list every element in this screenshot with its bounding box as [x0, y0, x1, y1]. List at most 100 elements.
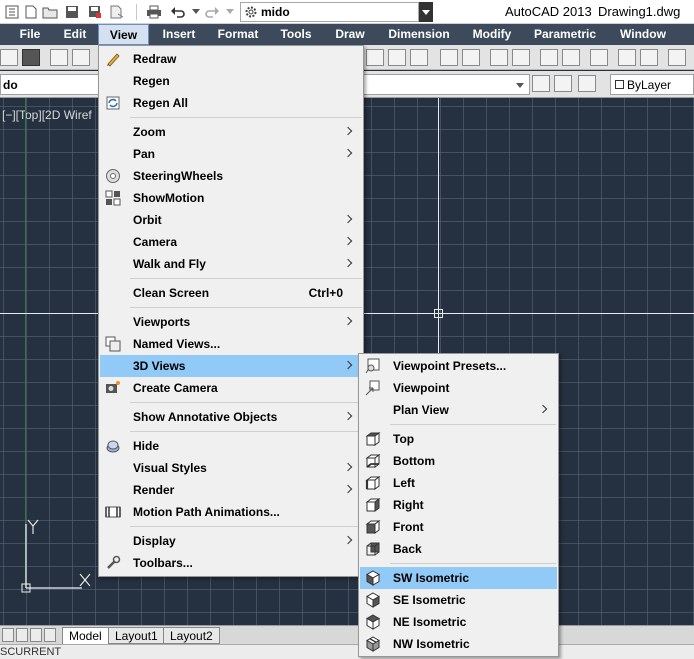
properties-icon[interactable]	[440, 49, 458, 66]
menu-item-camera[interactable]: Camera	[100, 231, 362, 253]
chevron-down-icon[interactable]	[512, 76, 528, 93]
menu-item-left[interactable]: Left	[360, 472, 557, 494]
menu-tools[interactable]: Tools	[270, 24, 322, 45]
menu-item-walk-and-fly[interactable]: Walk and Fly	[100, 253, 362, 275]
command-line[interactable]: SCURRENT	[0, 644, 694, 659]
workspace-toolbar-icon[interactable]	[618, 49, 636, 66]
menu-item-redraw[interactable]: Redraw	[100, 48, 362, 70]
menu-item-toolbars[interactable]: Toolbars...	[100, 552, 362, 574]
plot-icon[interactable]	[145, 3, 163, 21]
menu-format[interactable]: Format	[209, 24, 267, 45]
redo-dropdown-icon[interactable]	[221, 3, 239, 21]
open-icon[interactable]	[0, 49, 18, 66]
menu-item-regen-all[interactable]: Regen All	[100, 92, 362, 114]
menu-view[interactable]: View	[98, 24, 149, 45]
publish-icon[interactable]	[108, 3, 126, 21]
menu-item-clean-screen[interactable]: Clean Screen Ctrl+0	[100, 282, 362, 304]
menu-item-display[interactable]: Display	[100, 530, 362, 552]
menu-item-show-annotative-objects[interactable]: Show Annotative Objects	[100, 406, 362, 428]
menu-item-front[interactable]: Front	[360, 516, 557, 538]
save-icon[interactable]	[22, 49, 40, 66]
menu-window[interactable]: Window	[610, 24, 676, 45]
menu-separator	[130, 526, 362, 527]
menu-item-render[interactable]: Render	[100, 479, 362, 501]
zoom-window-icon[interactable]	[388, 49, 406, 66]
menu-item-top[interactable]: Top	[360, 428, 557, 450]
menu-item-se-isometric[interactable]: SE Isometric	[360, 589, 557, 611]
undo-icon[interactable]	[169, 3, 187, 21]
sheet-set-icon[interactable]	[512, 49, 530, 66]
tab-model[interactable]: Model	[62, 627, 109, 644]
menu-item-motion-path-animations[interactable]: Motion Path Animations...	[100, 501, 362, 523]
menu-item-plan-view[interactable]: Plan View	[360, 399, 557, 421]
redo-icon[interactable]	[203, 3, 221, 21]
quickcalc-icon[interactable]	[562, 49, 580, 66]
chevron-right-icon	[345, 216, 351, 224]
color-control[interactable]: ByLayer	[610, 74, 694, 95]
tab-layout2[interactable]: Layout2	[163, 627, 220, 644]
menu-item-pan[interactable]: Pan	[100, 143, 362, 165]
menu-item-steeringwheels[interactable]: SteeringWheels	[100, 165, 362, 187]
menu-item-bottom[interactable]: Bottom	[360, 450, 557, 472]
menu-item-hide[interactable]: Hide	[100, 435, 362, 457]
menu-file[interactable]: File	[8, 24, 52, 45]
design-center-icon[interactable]	[462, 49, 480, 66]
menu-parametric[interactable]: Parametric	[526, 24, 604, 45]
menu-item-3d-views[interactable]: 3D Views	[100, 355, 362, 377]
workspace-settings-icon[interactable]	[640, 49, 658, 66]
help-icon[interactable]	[590, 49, 608, 66]
menu-item-visual-styles[interactable]: Visual Styles	[100, 457, 362, 479]
plot-preview-icon[interactable]	[72, 49, 90, 66]
menu-item-viewports[interactable]: Viewports	[100, 311, 362, 333]
layer-previous-icon[interactable]	[554, 75, 572, 92]
menu-item-zoom[interactable]: Zoom	[100, 121, 362, 143]
tool-palettes-icon[interactable]	[490, 49, 508, 66]
menu-draw[interactable]: Draw	[325, 24, 375, 45]
chevron-right-icon	[345, 128, 351, 136]
chevron-right-icon	[345, 464, 351, 472]
menu-item-orbit[interactable]: Orbit	[100, 209, 362, 231]
menu-modify[interactable]: Modify	[464, 24, 520, 45]
viewport-label[interactable]: [−][Top][2D Wiref	[2, 108, 92, 122]
y-axis-line	[25, 98, 26, 588]
workspace-icon[interactable]	[668, 49, 686, 66]
nw-isometric-icon	[364, 636, 382, 652]
menu-separator	[130, 278, 362, 279]
markup-icon[interactable]	[540, 49, 558, 66]
zoom-realtime-icon[interactable]	[366, 49, 384, 66]
menu-edit[interactable]: Edit	[55, 24, 95, 45]
new-file-icon[interactable]	[22, 3, 40, 21]
last-tab-icon[interactable]	[44, 628, 56, 642]
menu-item-create-camera[interactable]: Create Camera	[100, 377, 362, 399]
application-menu-icon[interactable]	[3, 3, 21, 21]
menu-item-viewpoint-presets[interactable]: Viewpoint Presets...	[360, 355, 557, 377]
menu-item-ne-isometric[interactable]: NE Isometric	[360, 611, 557, 633]
save-as-icon[interactable]	[86, 3, 104, 21]
menu-item-right[interactable]: Right	[360, 494, 557, 516]
menu-item-regen[interactable]: Regen	[100, 70, 362, 92]
first-tab-icon[interactable]	[2, 628, 14, 642]
tab-layout1[interactable]: Layout1	[108, 627, 165, 644]
workspace-selector[interactable]: mido	[240, 2, 433, 22]
plot-icon[interactable]	[50, 49, 68, 66]
quick-access-customize-icon[interactable]	[419, 2, 433, 22]
zoom-previous-icon[interactable]	[410, 49, 428, 66]
previous-tab-icon[interactable]	[16, 628, 28, 642]
next-tab-icon[interactable]	[30, 628, 42, 642]
shortcut-text: Ctrl+0	[308, 286, 343, 300]
menu-item-viewpoint[interactable]: Viewpoint	[360, 377, 557, 399]
chevron-right-icon	[345, 362, 351, 370]
layer-properties-icon[interactable]	[578, 75, 596, 92]
menu-item-named-views[interactable]: Named Views...	[100, 333, 362, 355]
save-icon[interactable]	[63, 3, 81, 21]
menu-item-back[interactable]: Back	[360, 538, 557, 560]
menu-item-nw-isometric[interactable]: NW Isometric	[360, 633, 557, 655]
make-current-layer-icon[interactable]	[532, 75, 550, 92]
menu-insert[interactable]: Insert	[152, 24, 206, 45]
menu-item-sw-isometric[interactable]: SW Isometric	[360, 567, 557, 589]
menu-dimension[interactable]: Dimension	[380, 24, 458, 45]
menu-separator	[130, 402, 362, 403]
named-views-icon	[104, 336, 122, 352]
menu-item-showmotion[interactable]: ShowMotion	[100, 187, 362, 209]
open-folder-icon[interactable]	[41, 3, 59, 21]
